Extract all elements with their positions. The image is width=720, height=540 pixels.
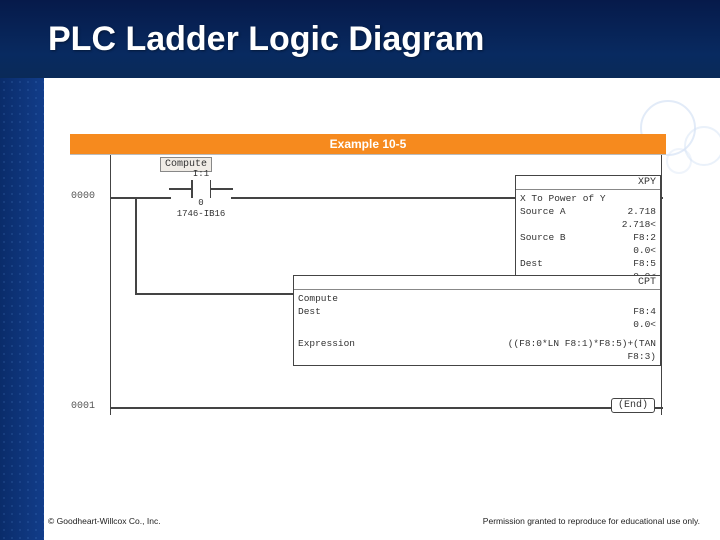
input-contact: I:1 0 1746-IB16: [171, 169, 231, 220]
contact-label-top: I:1: [171, 169, 231, 180]
ladder-diagram: Compute 0000 0001 I:1 0 1746-IB16: [70, 154, 666, 415]
slide: PLC Ladder Logic Diagram Example 10-5 Co…: [0, 0, 720, 540]
cpt-title: CPT: [294, 276, 660, 290]
xpy-desc: X To Power of Y: [520, 192, 656, 205]
diagram-content: Example 10-5 Compute 0000 0001 I:1 0 174…: [70, 134, 666, 415]
title-bar: PLC Ladder Logic Diagram: [0, 0, 720, 78]
footer-permission: Permission granted to reproduce for educ…: [483, 516, 700, 526]
xpy-srca-sub: 2.718<: [520, 218, 656, 231]
branch-wire-v: [135, 197, 137, 293]
slide-title: PLC Ladder Logic Diagram: [48, 20, 484, 59]
cpt-instruction: CPT Compute Dest F8:4 0.0< Expression ((…: [293, 275, 661, 366]
xpy-srcb-val: F8:2: [633, 231, 656, 244]
xpy-dest-label: Dest: [520, 257, 543, 270]
cpt-expr-bot: F8:3): [627, 350, 656, 363]
rung-address-0: 0000: [71, 191, 107, 202]
end-instruction: (End): [611, 398, 655, 413]
cpt-dest-label: Dest: [298, 305, 321, 318]
contact-label-bottom: 1746-IB16: [171, 209, 231, 220]
xpy-dest-val: F8:5: [633, 257, 656, 270]
cpt-desc: Compute: [298, 292, 656, 305]
dot-pattern: [0, 78, 44, 540]
xpy-body: X To Power of Y Source A 2.718 2.718< So…: [516, 190, 660, 285]
ring-icon: [666, 148, 692, 174]
ladder-rails: 0000 0001 I:1 0 1746-IB16 XPY: [110, 155, 662, 415]
end-label: End: [624, 400, 642, 411]
xpy-srcb-sub: 0.0<: [520, 244, 656, 257]
xpy-srcb-label: Source B: [520, 231, 566, 244]
cpt-dest-val: F8:4: [633, 305, 656, 318]
xpy-title: XPY: [516, 176, 660, 190]
cpt-dest-sub: 0.0<: [633, 318, 656, 331]
side-decor: [0, 78, 44, 540]
xpy-instruction: XPY X To Power of Y Source A 2.718 2.718…: [515, 175, 661, 286]
branch-wire-h: [135, 293, 295, 295]
rung-address-1: 0001: [71, 401, 107, 412]
xpy-srca-val: 2.718: [627, 205, 656, 218]
contact-label-mid: 0: [171, 198, 231, 209]
footer-copyright: © Goodheart-Willcox Co., Inc.: [48, 516, 161, 526]
cpt-body: Compute Dest F8:4 0.0< Expression ((F8:0…: [294, 290, 660, 365]
example-header: Example 10-5: [70, 134, 666, 154]
cpt-expr-label: Expression: [298, 337, 355, 350]
rung1-wire: [111, 407, 663, 409]
cpt-expr-top: ((F8:0*LN F8:1)*F8:5)+(TAN: [508, 337, 656, 350]
xpy-srca-label: Source A: [520, 205, 566, 218]
contact-symbol: [171, 180, 231, 198]
